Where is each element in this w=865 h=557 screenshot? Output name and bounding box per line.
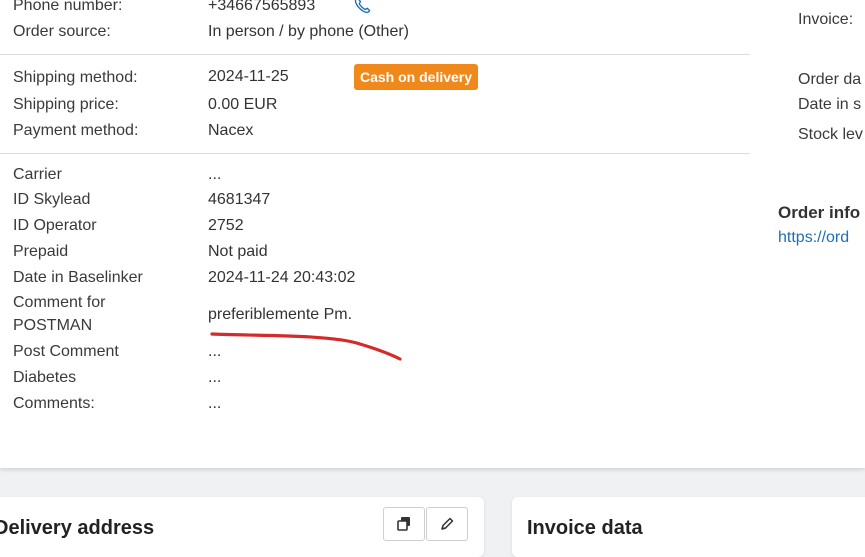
- edit-button[interactable]: [426, 507, 468, 541]
- invoice-data-title: Invoice data: [527, 517, 643, 539]
- order-date-label: Order da: [798, 71, 862, 88]
- pencil-icon: [441, 517, 454, 530]
- diabetes-value: ...: [208, 369, 222, 386]
- red-underline-annotation: [210, 332, 402, 361]
- order-details-panel: Phone number: +34667565893 Order source:…: [0, 0, 865, 468]
- post-comment-value: ...: [208, 343, 222, 360]
- delivery-address-card: Delivery address: [0, 497, 484, 557]
- post-comment-label: Post Comment: [13, 343, 119, 360]
- order-info-link[interactable]: https://ord: [778, 227, 849, 249]
- copy-button[interactable]: [383, 507, 425, 541]
- stock-level-label: Stock lev: [798, 126, 863, 143]
- invoice-data-card: Invoice data: [512, 497, 865, 557]
- comments-value: ...: [208, 395, 222, 412]
- copy-icon: [397, 517, 410, 531]
- delivery-address-title: Delivery address: [0, 517, 155, 539]
- invoice-label: Invoice:: [798, 11, 854, 28]
- diabetes-label: Diabetes: [13, 369, 77, 386]
- comments-label: Comments:: [13, 395, 95, 412]
- order-info-label: Order info: [778, 203, 861, 222]
- date-in-label: Date in s: [798, 96, 862, 113]
